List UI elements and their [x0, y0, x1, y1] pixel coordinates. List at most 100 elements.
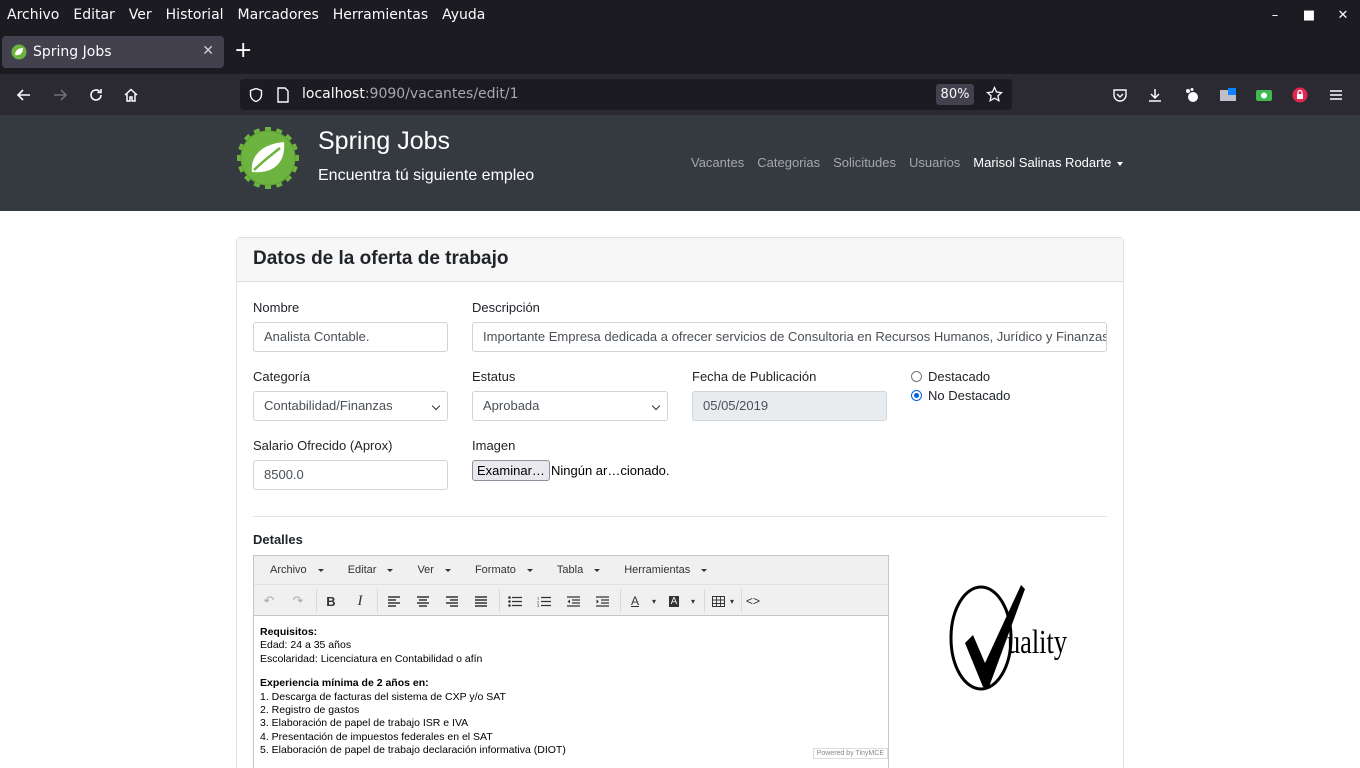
descripcion-input[interactable]: Importante Empresa dedicada a ofrecer se…	[472, 322, 1107, 352]
table-dropdown-icon[interactable]: ▾	[723, 592, 741, 610]
container-extension-icon[interactable]	[1216, 83, 1240, 107]
redo-icon[interactable]: ↷	[289, 592, 307, 610]
nombre-input[interactable]: Analista Contable.	[253, 322, 448, 352]
new-tab-icon[interactable]: +	[234, 40, 252, 62]
close-window-icon[interactable]: ✕	[1326, 8, 1360, 23]
lock-extension-icon[interactable]	[1288, 83, 1312, 107]
no-destacado-label: No Destacado	[928, 388, 1011, 403]
menu-herramientas[interactable]: Herramientas	[326, 7, 435, 23]
requisito-line: Escolaridad: Licenciatura en Contabilida…	[260, 652, 483, 665]
numbered-list-icon[interactable]: 123	[535, 592, 553, 610]
nav-vacantes[interactable]: Vacantes	[691, 155, 744, 170]
experiencia-heading: Experiencia mínima de 2 años en:	[260, 677, 429, 690]
page-icon[interactable]	[276, 87, 290, 103]
detalles-label: Detalles	[253, 532, 303, 547]
editor-menu-ver[interactable]: Ver	[401, 564, 459, 576]
user-name: Marisol Salinas Rodarte	[973, 155, 1112, 170]
editor-menubar: Archivo Editar Ver Formato Tabla Herrami…	[254, 556, 888, 585]
job-form-card: Datos de la oferta de trabajo Nombre Ana…	[236, 237, 1124, 768]
back-icon[interactable]	[12, 83, 36, 107]
fecha-input[interactable]: 05/05/2019	[692, 391, 887, 421]
file-status: Ningún ar…cionado.	[551, 463, 670, 478]
radio-checked-icon[interactable]	[911, 390, 922, 401]
user-dropdown[interactable]: Marisol Salinas Rodarte	[973, 155, 1124, 170]
editor-menu-formato[interactable]: Formato	[459, 564, 541, 576]
editor-menu-editar[interactable]: Editar	[332, 564, 402, 576]
maximize-icon[interactable]: ■	[1292, 8, 1326, 23]
forward-icon[interactable]	[48, 83, 72, 107]
top-navigation: Vacantes Categorias Solicitudes Usuarios…	[691, 155, 1136, 170]
indent-icon[interactable]	[593, 592, 611, 610]
menu-ver[interactable]: Ver	[122, 7, 159, 23]
menu-ayuda[interactable]: Ayuda	[435, 7, 492, 23]
downloads-icon[interactable]	[1143, 83, 1167, 107]
green-extension-icon[interactable]	[1252, 83, 1276, 107]
editor-content[interactable]: Requisitos: Edad: 24 a 35 años Escolarid…	[254, 616, 888, 768]
minimize-icon[interactable]: –	[1258, 8, 1292, 23]
examinar-button[interactable]: Examinar…	[472, 460, 550, 481]
text-color-dropdown-icon[interactable]: ▾	[645, 592, 663, 610]
editor-menu-archivo[interactable]: Archivo	[254, 564, 332, 576]
salario-input[interactable]: 8500.0	[253, 460, 448, 490]
bold-icon[interactable]: B	[322, 592, 340, 610]
menu-historial[interactable]: Historial	[159, 7, 231, 23]
toolbar-divider	[704, 589, 705, 612]
editor-menu-herramientas[interactable]: Herramientas	[608, 564, 715, 576]
nav-solicitudes[interactable]: Solicitudes	[833, 155, 896, 170]
zoom-indicator[interactable]: 80%	[936, 84, 974, 105]
site-subtitle: Encuentra tú siguiente empleo	[318, 167, 535, 184]
bullet-list-icon[interactable]	[506, 592, 524, 610]
site-header: Spring Jobs Encuentra tú siguiente emple…	[0, 115, 1360, 211]
requisitos-heading: Requisitos:	[260, 626, 318, 638]
background-color-dropdown-icon[interactable]: ▾	[684, 592, 702, 610]
tab-title: Spring Jobs	[33, 44, 112, 60]
categoria-select[interactable]: Contabilidad/Finanzas	[253, 391, 448, 421]
powered-by-tinymce[interactable]: Powered by TinyMCE	[812, 748, 888, 759]
estatus-select[interactable]: Aprobada	[472, 391, 668, 421]
hamburger-menu-icon[interactable]	[1324, 83, 1348, 107]
reload-icon[interactable]	[84, 83, 108, 107]
window-controls: – ■ ✕	[1258, 0, 1360, 30]
background-color-icon[interactable]: A	[665, 592, 683, 610]
nav-usuarios[interactable]: Usuarios	[909, 155, 960, 170]
shield-icon[interactable]	[248, 87, 264, 103]
menu-archivo[interactable]: Archivo	[0, 7, 66, 23]
destacado-radio[interactable]: Destacado	[911, 369, 990, 384]
menu-editar[interactable]: Editar	[66, 7, 121, 23]
editor-toolbar: ↶ ↷ B I 123 A ▾ A ▾ ▾ <>	[254, 585, 888, 616]
align-justify-icon[interactable]	[472, 592, 490, 610]
detalles-editor[interactable]: Archivo Editar Ver Formato Tabla Herrami…	[253, 555, 889, 768]
url-bar[interactable]: localhost:9090/vacantes/edit/1 80%	[240, 79, 1012, 110]
align-center-icon[interactable]	[414, 592, 432, 610]
no-destacado-radio[interactable]: No Destacado	[911, 388, 1010, 403]
menu-marcadores[interactable]: Marcadores	[231, 7, 326, 23]
descripcion-label: Descripción	[472, 300, 540, 315]
svg-text:3: 3	[537, 603, 540, 607]
nav-categorias[interactable]: Categorias	[757, 155, 820, 170]
categoria-label: Categoría	[253, 369, 311, 384]
experiencia-line: 2. Registro de gastos	[260, 704, 360, 717]
pocket-icon[interactable]	[1108, 83, 1132, 107]
outdent-icon[interactable]	[564, 592, 582, 610]
radio-unchecked-icon[interactable]	[911, 371, 922, 382]
gnome-extension-icon[interactable]	[1180, 83, 1204, 107]
align-left-icon[interactable]	[385, 592, 403, 610]
vacancy-image-quality-logo: uality	[949, 585, 1067, 691]
toolbar-divider	[741, 589, 742, 612]
bookmark-star-icon[interactable]	[986, 86, 1003, 103]
spring-logo-icon[interactable]	[236, 126, 300, 190]
align-right-icon[interactable]	[443, 592, 461, 610]
close-tab-icon[interactable]: ✕	[202, 43, 214, 59]
undo-icon[interactable]: ↶	[260, 592, 278, 610]
tab-spring-jobs[interactable]: Spring Jobs ✕	[2, 36, 224, 68]
site-title[interactable]: Spring Jobs	[318, 127, 450, 156]
toolbar-divider	[620, 589, 621, 612]
experiencia-line: 1. Descarga de facturas del sistema de C…	[260, 690, 506, 703]
text-color-icon[interactable]: A	[626, 592, 644, 610]
home-icon[interactable]	[119, 83, 143, 107]
source-code-icon[interactable]: <>	[744, 592, 762, 610]
card-header: Datos de la oferta de trabajo	[237, 238, 1123, 282]
browser-navbar: localhost:9090/vacantes/edit/1 80%	[0, 74, 1360, 115]
italic-icon[interactable]: I	[351, 592, 369, 610]
editor-menu-tabla[interactable]: Tabla	[541, 564, 608, 576]
